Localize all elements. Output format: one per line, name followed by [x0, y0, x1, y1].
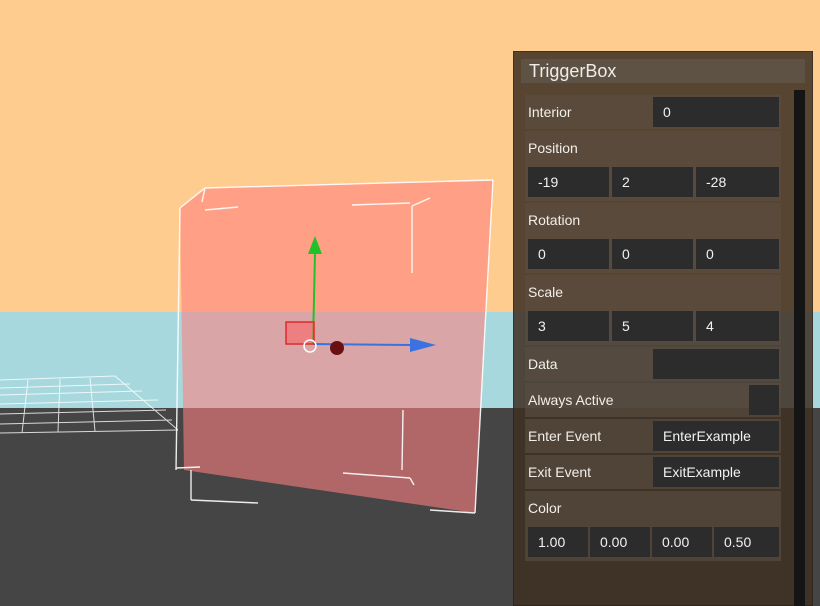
exit-event-label: Exit Event: [528, 464, 592, 480]
color-r-input[interactable]: 1.00: [528, 527, 588, 557]
always-active-label: Always Active: [528, 392, 614, 408]
interior-row: Interior 0: [525, 95, 781, 129]
enter-event-label: Enter Event: [528, 428, 602, 444]
always-active-checkbox[interactable]: [749, 385, 779, 415]
scale-y-input[interactable]: 5: [612, 311, 693, 341]
scale-x-input[interactable]: 3: [528, 311, 609, 341]
position-z-input[interactable]: -28: [696, 167, 779, 197]
data-input[interactable]: [653, 349, 779, 379]
gizmo-axis-x[interactable]: [312, 343, 411, 346]
scale-label: Scale: [528, 284, 564, 300]
data-row: Data: [525, 347, 781, 381]
color-a-input[interactable]: 0.50: [714, 527, 779, 557]
triggerbox-inspector-panel: TriggerBox Interior 0 Position -19 2 -28…: [513, 51, 813, 606]
rotation-label: Rotation: [528, 212, 581, 228]
color-b-input[interactable]: 0.00: [652, 527, 712, 557]
color-label: Color: [528, 500, 562, 516]
position-label: Position: [528, 140, 578, 156]
rotation-z-input[interactable]: 0: [696, 239, 779, 269]
position-row: Position -19 2 -28: [525, 131, 781, 201]
position-x-input[interactable]: -19: [528, 167, 609, 197]
position-y-input[interactable]: 2: [612, 167, 693, 197]
panel-title: TriggerBox: [521, 59, 805, 83]
color-row: Color 1.00 0.00 0.00 0.50: [525, 491, 781, 561]
rotation-x-input[interactable]: 0: [528, 239, 609, 269]
data-label: Data: [528, 356, 558, 372]
always-active-row: Always Active: [525, 383, 781, 417]
scale-row: Scale 3 5 4: [525, 275, 781, 345]
rotation-y-input[interactable]: 0: [612, 239, 693, 269]
rotation-row: Rotation 0 0 0: [525, 203, 781, 273]
gizmo-center-knob[interactable]: [330, 341, 344, 355]
interior-input[interactable]: 0: [653, 97, 779, 127]
wire-grid: [0, 375, 179, 434]
enter-event-row: Enter Event EnterExample: [525, 419, 781, 453]
exit-event-row: Exit Event ExitExample: [525, 455, 781, 489]
color-g-input[interactable]: 0.00: [590, 527, 650, 557]
scale-z-input[interactable]: 4: [696, 311, 779, 341]
interior-label: Interior: [528, 104, 572, 120]
exit-event-input[interactable]: ExitExample: [653, 457, 779, 487]
panel-scrollbar[interactable]: [794, 90, 805, 606]
enter-event-input[interactable]: EnterExample: [653, 421, 779, 451]
